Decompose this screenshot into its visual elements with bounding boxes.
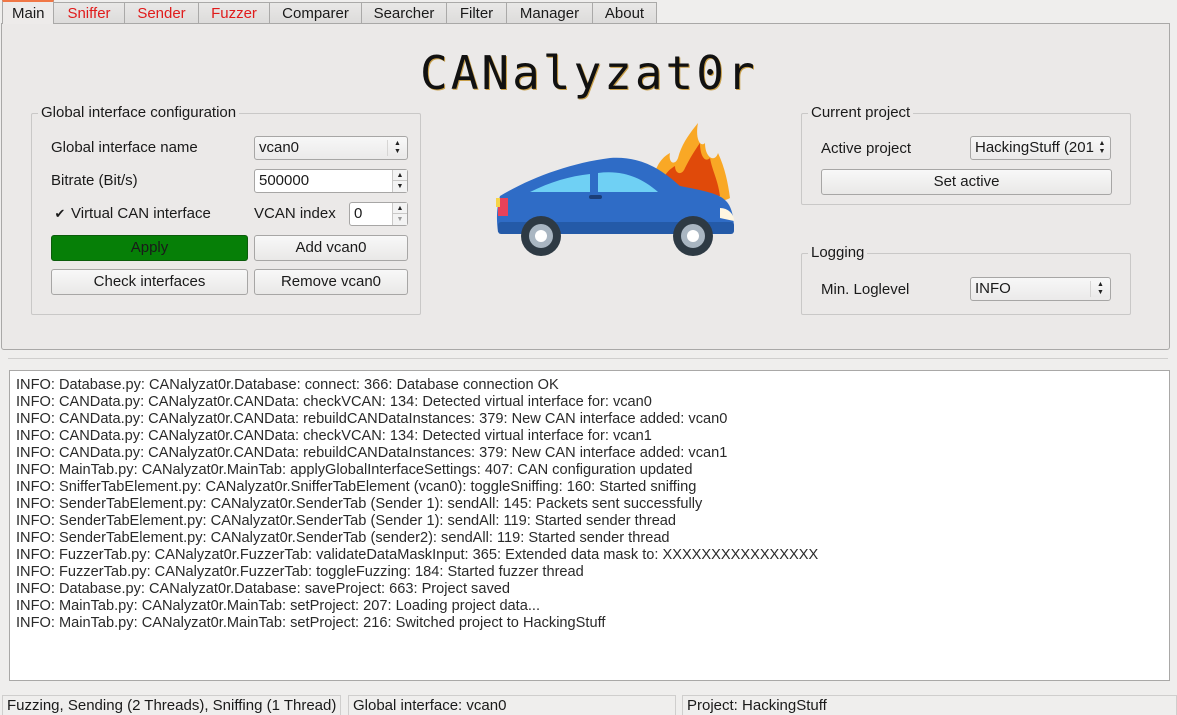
log-line: INFO: FuzzerTab.py: CANalyzat0r.FuzzerTa… [16, 564, 584, 580]
tail-light-yellow [496, 198, 500, 207]
add-vcan-button[interactable]: Add vcan0 [254, 235, 408, 261]
splitter-handle[interactable] [8, 358, 1168, 359]
bitrate-label: Bitrate (Bit/s) [51, 172, 138, 189]
vcan-index-value: 0 [354, 205, 363, 222]
interface-name-value: vcan0 [259, 139, 300, 156]
group-title: Global interface configuration [38, 104, 240, 121]
log-line: INFO: CANData.py: CANalyzat0r.CANData: c… [16, 394, 652, 410]
min-loglevel-value: INFO [975, 280, 1011, 297]
log-line: INFO: SenderTabElement.py: CANalyzat0r.S… [16, 530, 670, 546]
log-line: INFO: CANData.py: CANalyzat0r.CANData: r… [16, 411, 728, 427]
set-active-button[interactable]: Set active [821, 169, 1112, 195]
bitrate-value: 500000 [259, 172, 310, 189]
tab-comparer[interactable]: Comparer [270, 2, 362, 24]
log-line: INFO: FuzzerTab.py: CANalyzat0r.FuzzerTa… [16, 547, 819, 563]
log-line: INFO: CANData.py: CANalyzat0r.CANData: c… [16, 428, 652, 444]
spin-down-icon[interactable]: ▼ [393, 214, 407, 225]
tab-bar: Main Sniffer Sender Fuzzer Comparer Sear… [2, 0, 657, 24]
apply-button[interactable]: Apply [51, 235, 248, 261]
active-project-value: HackingStuff (201 [975, 139, 1094, 156]
bitrate-spinbox[interactable]: 500000 ▲ ▼ [254, 169, 408, 193]
tab-manager[interactable]: Manager [507, 2, 593, 24]
vcan-index-label: VCAN index [254, 205, 336, 222]
combo-arrows-icon: ▲ ▼ [1090, 281, 1110, 297]
status-global-interface: Global interface: vcan0 [348, 695, 676, 715]
burning-car-icon [496, 123, 734, 256]
interface-name-combo[interactable]: vcan0 ▲ ▼ [254, 136, 408, 160]
tab-searcher[interactable]: Searcher [362, 2, 447, 24]
door-handle [589, 195, 602, 199]
status-threads: Fuzzing, Sending (2 Threads), Sniffing (… [2, 695, 341, 715]
app-title: CANalyzat0r [420, 46, 758, 100]
log-line: INFO: MainTab.py: CANalyzat0r.MainTab: s… [16, 598, 541, 614]
spin-down-icon[interactable]: ▼ [393, 181, 407, 192]
virtual-can-label: Virtual CAN interface [71, 205, 211, 222]
spin-up-icon[interactable]: ▲ [393, 203, 407, 214]
active-project-label: Active project [821, 140, 912, 157]
tab-fuzzer[interactable]: Fuzzer [199, 2, 270, 24]
active-project-combo[interactable]: HackingStuff (201 ▲ ▼ [970, 136, 1111, 160]
min-loglevel-combo[interactable]: INFO ▲ ▼ [970, 277, 1111, 301]
combo-arrows-icon: ▲ ▼ [387, 140, 407, 156]
group-title: Current project [808, 104, 914, 121]
tab-main[interactable]: Main [2, 0, 54, 24]
log-line: INFO: SnifferTabElement.py: CANalyzat0r.… [16, 479, 697, 495]
tab-about[interactable]: About [593, 2, 657, 24]
status-project: Project: HackingStuff [682, 695, 1177, 715]
log-line: INFO: CANData.py: CANalyzat0r.CANData: r… [16, 445, 728, 461]
interface-name-label: Global interface name [51, 139, 198, 156]
tab-sender[interactable]: Sender [125, 2, 199, 24]
log-output[interactable]: INFO: Database.py: CANalyzat0r.Database:… [9, 370, 1170, 681]
tab-filter[interactable]: Filter [447, 2, 507, 24]
log-line: INFO: Database.py: CANalyzat0r.Database:… [16, 377, 559, 393]
log-line: INFO: Database.py: CANalyzat0r.Database:… [16, 581, 510, 597]
check-interfaces-button[interactable]: Check interfaces [51, 269, 248, 295]
tab-sniffer[interactable]: Sniffer [54, 2, 125, 24]
combo-arrows-icon: ▲ ▼ [1094, 140, 1110, 156]
log-line: INFO: SenderTabElement.py: CANalyzat0r.S… [16, 513, 677, 529]
group-title: Logging [808, 244, 868, 261]
vcan-index-spinbox[interactable]: 0 ▲ ▼ [349, 202, 408, 226]
virtual-can-checkbox[interactable]: ✔ [54, 207, 66, 220]
min-loglevel-label: Min. Loglevel [821, 281, 910, 298]
remove-vcan-button[interactable]: Remove vcan0 [254, 269, 408, 295]
log-line: INFO: MainTab.py: CANalyzat0r.MainTab: a… [16, 462, 693, 478]
log-line: INFO: SenderTabElement.py: CANalyzat0r.S… [16, 496, 703, 512]
status-bar: Fuzzing, Sending (2 Threads), Sniffing (… [0, 695, 1177, 715]
log-line: INFO: MainTab.py: CANalyzat0r.MainTab: s… [16, 615, 606, 631]
spin-up-icon[interactable]: ▲ [393, 170, 407, 181]
